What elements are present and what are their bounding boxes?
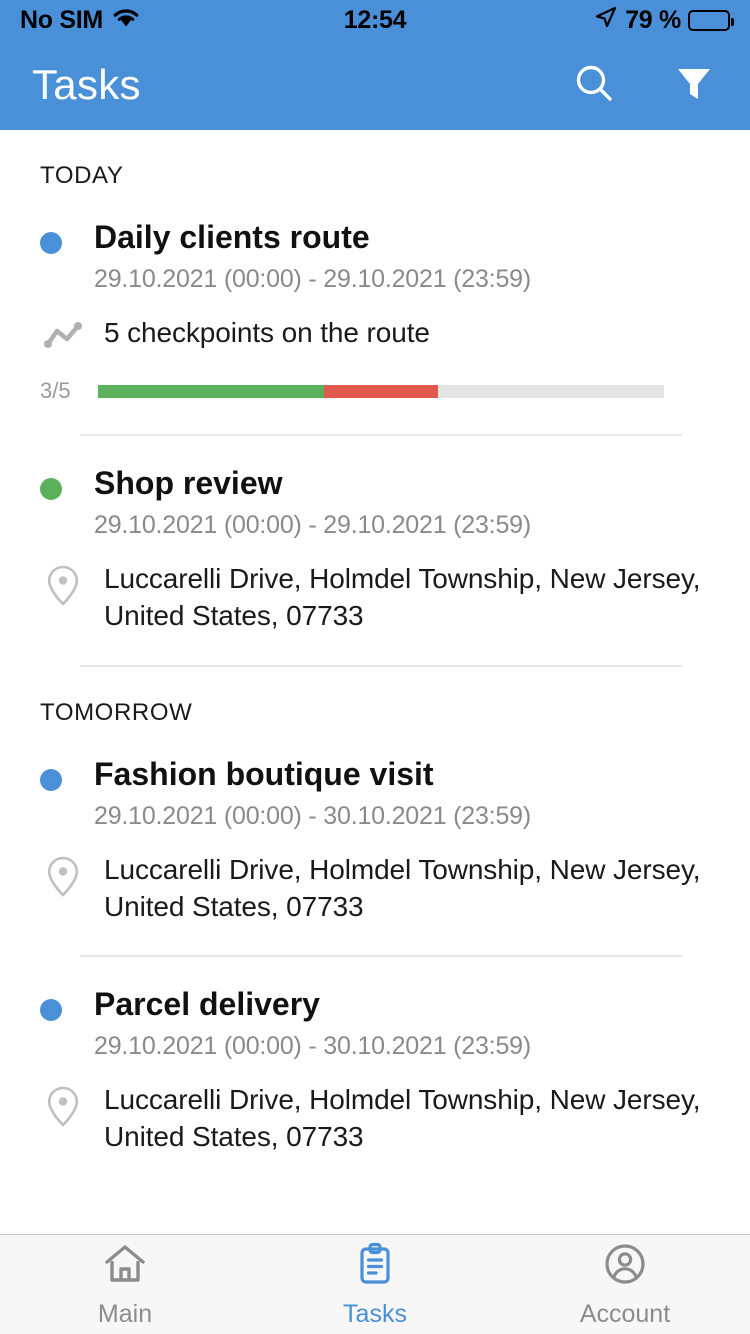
task-meta-text: Luccarelli Drive, Holmdel Township, New … xyxy=(104,1084,701,1153)
task-header: Daily clients route 29.10.2021 (00:00) -… xyxy=(40,218,716,294)
filter-button[interactable] xyxy=(670,61,718,109)
clipboard-icon xyxy=(352,1241,398,1292)
task-row[interactable]: Fashion boutique visit 29.10.2021 (00:00… xyxy=(0,727,750,958)
bottom-tab-bar: Main Tasks Account xyxy=(0,1234,750,1334)
status-badge xyxy=(40,232,62,254)
task-row[interactable]: Parcel delivery 29.10.2021 (00:00) - 30.… xyxy=(0,957,750,1156)
task-progress: 3/5 xyxy=(40,378,716,404)
account-circle-icon xyxy=(602,1241,648,1292)
progress-label: 3/5 xyxy=(40,378,71,404)
battery-icon xyxy=(688,9,734,31)
task-text-block: Fashion boutique visit 29.10.2021 (00:00… xyxy=(94,755,531,831)
task-text-block: Shop review 29.10.2021 (00:00) - 29.10.2… xyxy=(94,464,531,540)
location-pin-icon xyxy=(40,851,86,899)
location-pin-icon xyxy=(40,560,86,608)
task-meta: Luccarelli Drive, Holmdel Township, New … xyxy=(40,560,716,634)
task-text-block: Parcel delivery 29.10.2021 (00:00) - 30.… xyxy=(94,985,531,1061)
status-badge xyxy=(40,768,62,791)
wifi-icon xyxy=(111,6,141,35)
task-meta: 5 checkpoints on the route xyxy=(40,314,716,352)
search-icon xyxy=(572,61,616,110)
progress-bar xyxy=(98,384,664,398)
status-bar-right: 79 % xyxy=(594,5,734,36)
section-header-tomorrow: TOMORROW xyxy=(40,698,193,726)
task-header: Parcel delivery 29.10.2021 (00:00) - 30.… xyxy=(40,985,716,1061)
tab-label-account: Account xyxy=(579,1299,671,1328)
tab-label-main: Main xyxy=(97,1299,153,1328)
search-button[interactable] xyxy=(570,61,618,109)
location-pin-icon xyxy=(40,1081,86,1129)
tab-account[interactable]: Account xyxy=(500,1235,750,1334)
tab-label-tasks: Tasks xyxy=(343,1299,407,1328)
task-meta: Luccarelli Drive, Holmdel Township, New … xyxy=(40,1081,716,1155)
route-chart-icon xyxy=(40,314,86,352)
tab-main[interactable]: Main xyxy=(0,1235,250,1334)
task-title: Shop review xyxy=(94,465,283,502)
app-screen: No SIM 12:54 79 % Tasks TODAY Daily clie… xyxy=(0,0,750,1334)
task-header: Fashion boutique visit 29.10.2021 (00:00… xyxy=(40,755,716,831)
location-arrow-icon xyxy=(594,5,618,36)
task-meta-text: Luccarelli Drive, Holmdel Township, New … xyxy=(104,563,701,632)
tab-tasks[interactable]: Tasks xyxy=(250,1235,500,1334)
task-row[interactable]: Daily clients route 29.10.2021 (00:00) -… xyxy=(0,190,750,437)
page-title: Tasks xyxy=(32,61,141,108)
app-bar-actions xyxy=(570,61,718,109)
task-meta-text: 5 checkpoints on the route xyxy=(104,317,430,349)
list-divider xyxy=(80,664,682,667)
task-dates: 29.10.2021 (00:00) - 29.10.2021 (23:59) xyxy=(94,265,531,294)
battery-percent-label: 79 % xyxy=(625,5,681,34)
task-header: Shop review 29.10.2021 (00:00) - 29.10.2… xyxy=(40,464,716,540)
task-text-block: Daily clients route 29.10.2021 (00:00) -… xyxy=(94,218,531,294)
status-badge xyxy=(40,478,62,501)
task-dates: 29.10.2021 (00:00) - 30.10.2021 (23:59) xyxy=(94,801,531,830)
status-bar-left: No SIM xyxy=(20,6,141,35)
app-bar: Tasks xyxy=(0,40,750,130)
status-badge xyxy=(40,999,62,1022)
task-title: Fashion boutique visit xyxy=(94,755,434,792)
progress-segment-failed xyxy=(324,384,438,398)
task-dates: 29.10.2021 (00:00) - 30.10.2021 (23:59) xyxy=(94,1032,531,1061)
status-bar: No SIM 12:54 79 % xyxy=(0,0,750,40)
task-title: Daily clients route xyxy=(94,219,370,255)
task-title: Parcel delivery xyxy=(94,986,320,1023)
task-list[interactable]: TODAY Daily clients route 29.10.2021 (00… xyxy=(0,130,750,1234)
carrier-label: No SIM xyxy=(20,5,103,34)
progress-segment-completed xyxy=(98,384,325,398)
section-header-today: TODAY xyxy=(40,162,124,189)
task-meta: Luccarelli Drive, Holmdel Township, New … xyxy=(40,851,716,925)
task-dates: 29.10.2021 (00:00) - 29.10.2021 (23:59) xyxy=(94,511,531,540)
filter-funnel-icon xyxy=(672,61,716,110)
task-meta-text: Luccarelli Drive, Holmdel Township, New … xyxy=(104,853,701,922)
home-icon xyxy=(102,1241,148,1292)
task-row[interactable]: Shop review 29.10.2021 (00:00) - 29.10.2… xyxy=(0,436,750,667)
